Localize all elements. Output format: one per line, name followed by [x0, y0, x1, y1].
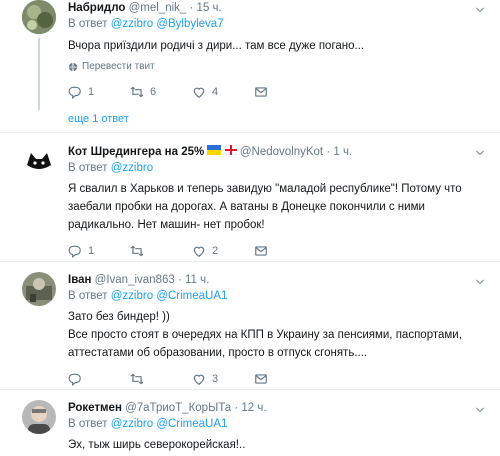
avatar-image [22, 400, 56, 434]
translate-link[interactable]: Перевести твит [68, 61, 488, 72]
reply-prefix: В ответ [68, 162, 108, 175]
separator-dot: · [326, 146, 331, 159]
like-count: 2 [212, 245, 219, 258]
timestamp[interactable]: 11 ч. [185, 274, 209, 286]
reply-button[interactable]: 1 [68, 244, 130, 258]
user-handle[interactable]: @7аТриоТ_КорЫТа [125, 402, 231, 414]
display-name[interactable]: Рокетмен [68, 402, 122, 414]
heart-icon [192, 372, 206, 386]
translate-label[interactable]: Перевести твит [82, 61, 155, 72]
retweet-count: 6 [150, 86, 157, 98]
reply-button[interactable]: 1 [68, 85, 130, 99]
tweet[interactable]: Набридло @mel_nik_ · 15 ч. В ответ @zzib… [0, 0, 500, 133]
avatar[interactable] [22, 143, 56, 177]
tweet[interactable]: Іван @Ivan_ivan863 · 11 ч. В ответ @zzib… [0, 262, 500, 390]
dm-button[interactable] [254, 85, 316, 99]
like-count: 4 [212, 86, 219, 98]
tweet-text: Все просто стоят в очередях на КПП в Укр… [68, 329, 462, 359]
separator-dot: · [177, 274, 182, 286]
avatar-image [22, 0, 56, 34]
dm-button[interactable] [254, 244, 316, 258]
reply-icon [68, 244, 82, 258]
avatar[interactable] [22, 0, 56, 34]
user-handle[interactable]: @Ivan_ivan863 [95, 274, 175, 286]
tweet-text-line1: Зато без биндер! )) [68, 311, 170, 323]
avatar-image [22, 272, 56, 306]
mention-link[interactable]: @CrimeaUA1 [156, 418, 227, 430]
retweet-button[interactable] [130, 372, 192, 386]
cat-avatar-image [22, 143, 56, 177]
ukraine-flag-icon [207, 145, 222, 159]
tweet-text: Вчора приїздили родичі з дири... там все… [68, 40, 365, 52]
mention-link[interactable]: @zzibro [111, 18, 153, 30]
reply-context: В ответ @zzibro @Bylbyleva7 [68, 17, 488, 31]
thread-line [38, 38, 40, 110]
retweet-button[interactable]: 6 [130, 85, 192, 99]
timestamp[interactable]: 1 ч. [333, 146, 352, 158]
mention-link[interactable]: @zzibro [111, 418, 153, 430]
mention-link[interactable]: @zzibro [111, 290, 153, 302]
globe-icon [68, 62, 78, 71]
dm-button[interactable] [254, 372, 316, 386]
envelope-icon [254, 244, 268, 258]
retweet-icon [130, 372, 144, 386]
reply-prefix: В ответ [68, 418, 108, 430]
chevron-down-icon[interactable] [474, 276, 486, 288]
mention-link[interactable]: @CrimeaUA1 [156, 290, 227, 302]
timestamp[interactable]: 12 ч. [241, 402, 266, 414]
separator-dot: · [189, 2, 194, 14]
tweet[interactable]: Кот Шредингера на 25% @NedovolnyKot · 1 … [0, 133, 500, 262]
reply-context: В ответ @zzibro @CrimeaUA1 [68, 417, 488, 431]
reply-button[interactable] [68, 372, 130, 386]
reply-context: В ответ @zzibro @CrimeaUA1 [68, 289, 488, 303]
tweet-text: Эх, тыж ширь северокорейская!.. [68, 439, 246, 451]
reply-icon [68, 85, 82, 99]
chevron-down-icon[interactable] [474, 404, 486, 416]
show-more-replies[interactable]: еще 1 ответ [68, 113, 129, 125]
like-button[interactable]: 3 [192, 372, 254, 386]
tweet-actions: 1 6 4 [68, 84, 488, 100]
heart-icon [192, 85, 206, 99]
reply-count: 1 [88, 86, 95, 98]
reply-icon [68, 372, 82, 386]
reply-prefix: В ответ [68, 290, 108, 302]
chevron-down-icon[interactable] [474, 147, 486, 159]
user-handle[interactable]: @mel_nik_ [129, 2, 187, 14]
like-count: 3 [212, 373, 219, 385]
tweet-actions: 3 [68, 371, 488, 387]
chevron-down-icon[interactable] [474, 4, 486, 16]
retweet-icon [130, 85, 144, 99]
display-name[interactable]: Кот Шредингера на 25% [68, 146, 204, 158]
tweet[interactable]: Рокетмен @7аТриоТ_КорЫТа · 12 ч. В ответ… [0, 390, 500, 456]
user-handle[interactable]: @NedovolnyKot [240, 146, 323, 158]
retweet-button[interactable] [130, 244, 192, 258]
separator-dot: · [234, 402, 239, 414]
reply-context: В ответ @zzibro [68, 161, 488, 175]
avatar[interactable] [22, 272, 56, 306]
like-button[interactable]: 2 [192, 244, 254, 258]
like-button[interactable]: 4 [192, 85, 254, 99]
tweet-text: Я свалил в Харьков и теперь завидую "мал… [68, 183, 462, 232]
reply-prefix: В ответ [68, 18, 108, 30]
reply-count: 1 [88, 245, 95, 258]
mention-link[interactable]: @Bylbyleva7 [156, 18, 223, 30]
display-name[interactable]: Набридло [68, 2, 125, 14]
display-name[interactable]: Іван [68, 274, 91, 286]
avatar[interactable] [22, 400, 56, 434]
envelope-icon [254, 85, 268, 99]
timestamp[interactable]: 15 ч. [197, 2, 222, 14]
retweet-icon [130, 244, 144, 258]
mention-link[interactable]: @zzibro [111, 162, 153, 174]
heart-icon [192, 244, 206, 258]
tweet-actions: 1 2 [68, 243, 488, 259]
envelope-icon [254, 372, 268, 386]
georgia-flag-icon [224, 144, 238, 159]
